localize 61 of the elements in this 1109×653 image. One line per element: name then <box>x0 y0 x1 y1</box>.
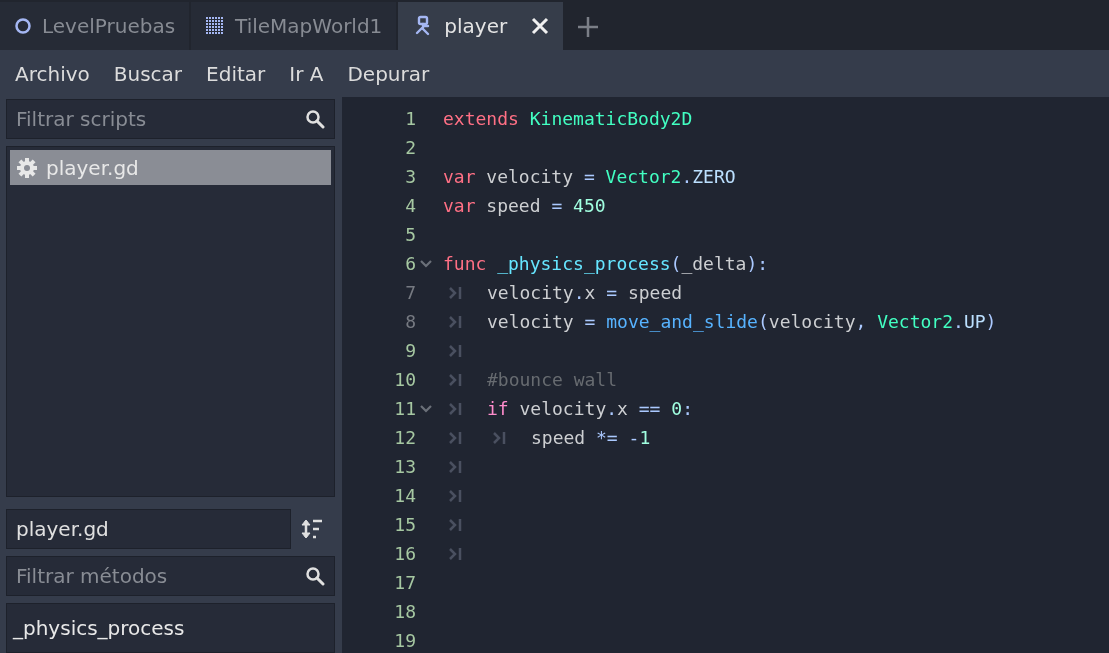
tab-marker-icon <box>449 460 463 473</box>
grid-icon <box>205 16 226 36</box>
tab-marker-icon <box>449 286 463 299</box>
code-line: var speed = 450 <box>443 195 606 216</box>
tab-marker-icon <box>449 518 463 531</box>
line-number: 9 <box>404 340 417 361</box>
tab-marker-icon <box>449 431 463 444</box>
editor-tab[interactable]: LevelPruebas <box>0 2 190 50</box>
filter-field[interactable]: Filtrar métodos <box>6 556 335 596</box>
search-icon[interactable] <box>305 109 325 129</box>
line-number: 13 <box>393 456 417 477</box>
line-number: 16 <box>393 543 417 564</box>
code-line: extends KinematicBody2D <box>443 108 693 129</box>
tab-marker-icon <box>449 373 463 386</box>
line-number: 17 <box>393 572 417 593</box>
menu-item[interactable]: Depurar <box>338 57 439 90</box>
code-line: velocity.x = speed <box>487 282 683 303</box>
line-number: 14 <box>393 485 417 506</box>
filter-field[interactable]: Filtrar scripts <box>6 99 335 139</box>
line-number: 7 <box>404 282 417 303</box>
code-line: velocity = move_and_slide(velocity, Vector2.UP) <box>487 311 997 332</box>
script-name-field[interactable]: player.gd <box>6 509 291 549</box>
line-number: 12 <box>393 427 417 448</box>
code-line: speed *= -1 <box>531 427 651 448</box>
line-number: 4 <box>404 195 417 216</box>
editor-tab[interactable]: TileMapWorld1 <box>191 2 397 50</box>
line-number: 19 <box>393 630 417 651</box>
tab-marker-icon <box>493 431 507 444</box>
menu-item[interactable]: Editar <box>197 57 275 90</box>
chevron-icon[interactable] <box>420 404 432 413</box>
tab-marker-icon <box>449 344 463 357</box>
tab-marker-icon <box>449 315 463 328</box>
tab-marker-icon <box>449 547 463 560</box>
sort-icon[interactable] <box>301 517 325 541</box>
tab-marker-icon <box>449 489 463 502</box>
menu-item[interactable]: Ir A <box>280 57 333 90</box>
line-number: 6 <box>404 253 417 274</box>
code-line: var velocity = Vector2.ZERO <box>443 166 736 187</box>
line-number: 5 <box>404 224 417 245</box>
chevron-icon[interactable] <box>420 259 432 268</box>
circle-icon <box>14 17 32 35</box>
line-number: 1 <box>404 108 417 129</box>
menu-item[interactable]: Buscar <box>104 57 192 90</box>
code-line: #bounce wall <box>487 369 618 390</box>
menu-item[interactable]: Archivo <box>6 57 99 90</box>
line-number: 11 <box>393 398 417 419</box>
line-number: 10 <box>393 369 417 390</box>
tab-marker-icon <box>449 402 463 415</box>
method-item[interactable]: _physics_process <box>10 610 331 645</box>
code-line: if velocity.x == 0: <box>487 398 693 419</box>
line-number: 15 <box>393 514 417 535</box>
line-number: 18 <box>393 601 417 622</box>
search-icon[interactable] <box>305 566 325 586</box>
line-number: 2 <box>404 137 417 158</box>
line-number: 8 <box>404 311 417 332</box>
gear-icon <box>16 156 38 179</box>
code-line: func _physics_process(_delta): <box>443 253 769 274</box>
close-icon[interactable] <box>531 17 550 35</box>
line-number: 3 <box>404 166 417 187</box>
editor-tab[interactable]: player <box>398 2 564 50</box>
add-icon[interactable] <box>577 16 600 38</box>
